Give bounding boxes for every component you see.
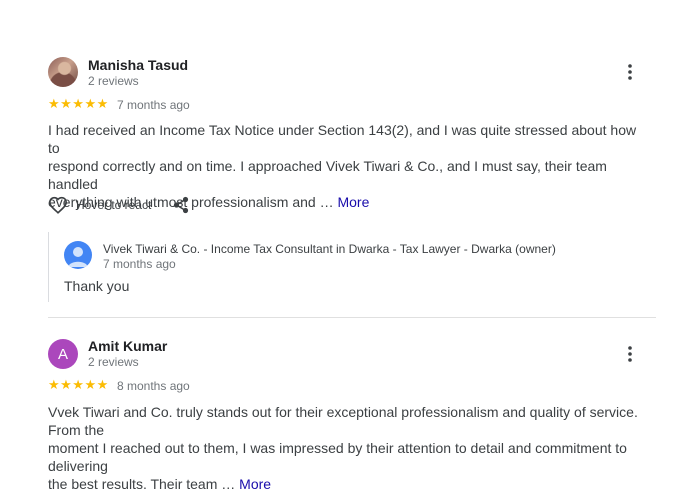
review-text-line: Vvek Tiwari and Co. truly stands out for… — [48, 404, 638, 438]
review-text-line: respond correctly and on time. I approac… — [48, 158, 607, 192]
more-options-button[interactable] — [620, 62, 640, 82]
reviewer-avatar[interactable]: A — [48, 339, 78, 369]
reviewer-avatar[interactable] — [48, 57, 78, 87]
reply-indent-line — [48, 232, 49, 302]
review-count: 2 reviews — [88, 74, 139, 88]
react-button[interactable]: Hover to react — [48, 196, 151, 214]
kebab-menu-icon — [628, 346, 632, 362]
share-icon — [173, 196, 189, 214]
reviewer-name[interactable]: Manisha Tasud — [88, 57, 188, 73]
reviewer-name[interactable]: Amit Kumar — [88, 338, 167, 354]
review-text-line: the best results. Their team … More — [48, 475, 658, 493]
review-divider — [48, 317, 656, 318]
star-rating: ★★★★★ — [48, 377, 109, 392]
more-link[interactable]: More — [337, 194, 369, 210]
person-icon — [68, 247, 88, 267]
owner-avatar — [64, 241, 92, 269]
kebab-menu-icon — [628, 64, 632, 80]
more-options-button[interactable] — [620, 344, 640, 364]
star-rating: ★★★★★ — [48, 96, 109, 111]
react-label: Hover to react — [76, 198, 152, 212]
review-text-segment: the best results. Their team … — [48, 476, 240, 492]
review-text-line: I had received an Income Tax Notice unde… — [48, 122, 637, 156]
review-date: 8 months ago — [117, 379, 190, 393]
review-date: 7 months ago — [117, 98, 190, 112]
reply-date: 7 months ago — [103, 257, 176, 271]
reply-text: Thank you — [64, 278, 130, 294]
review-text-line: moment I reached out to them, I was impr… — [48, 440, 627, 474]
owner-name[interactable]: Vivek Tiwari & Co. - Income Tax Consulta… — [103, 242, 556, 256]
more-link[interactable]: More — [239, 476, 271, 492]
heart-outline-icon — [48, 196, 68, 214]
review-count: 2 reviews — [88, 355, 139, 369]
review-text: Vvek Tiwari and Co. truly stands out for… — [48, 403, 658, 493]
share-button[interactable] — [172, 196, 190, 214]
